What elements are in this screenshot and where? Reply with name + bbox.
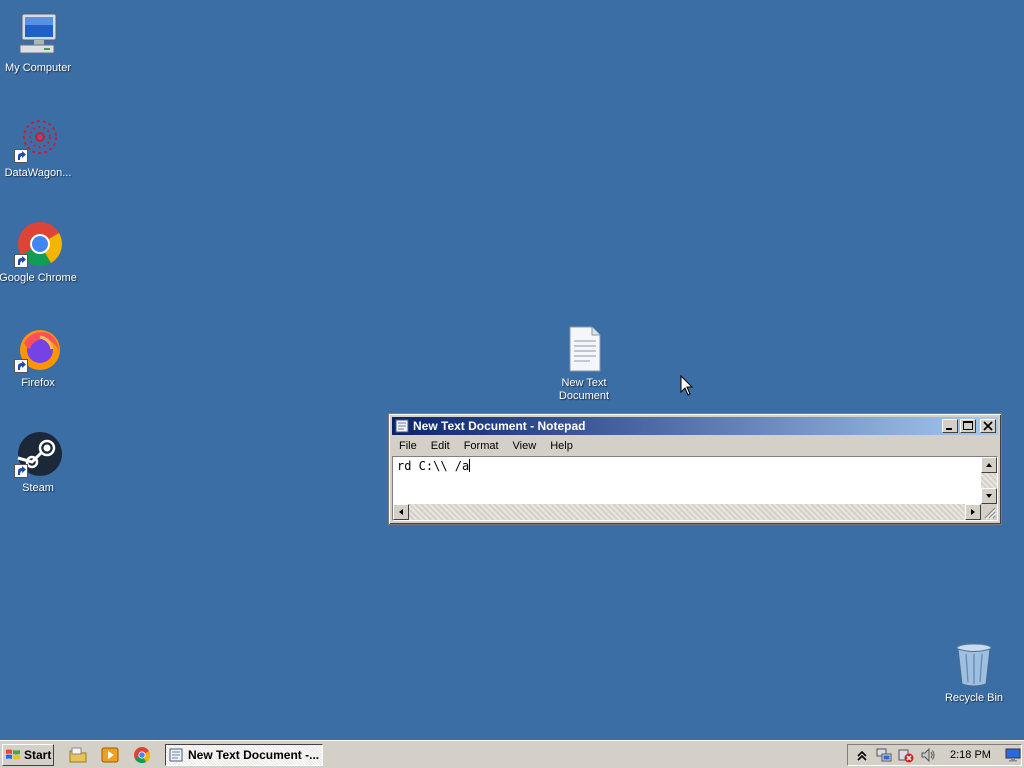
chrome-icon: [14, 220, 62, 268]
chevron-up-icon[interactable]: [854, 747, 870, 763]
scroll-up-button[interactable]: [981, 457, 997, 473]
desktop-icon-new-text-document[interactable]: New Text Document: [544, 325, 624, 403]
minimize-icon: [946, 428, 952, 430]
datawagon-icon: [14, 115, 62, 163]
menu-help[interactable]: Help: [543, 440, 580, 452]
quick-launch-bar: [62, 745, 158, 765]
computer-icon: [14, 10, 62, 58]
desktop-icon-google-chrome[interactable]: Google Chrome: [0, 220, 78, 285]
menu-file[interactable]: File: [392, 440, 424, 452]
menu-view[interactable]: View: [506, 440, 544, 452]
desktop-icon-firefox[interactable]: Firefox: [0, 325, 78, 390]
security-alert-icon[interactable]: [898, 747, 914, 763]
shortcut-arrow-icon: [14, 359, 28, 373]
arrow-right-icon: [971, 509, 975, 515]
resize-grip-icon: [984, 507, 997, 520]
editor-text-line: rd C:\\ /a: [397, 459, 471, 473]
notepad-icon: [395, 419, 409, 433]
resize-grip[interactable]: [981, 504, 997, 520]
scroll-left-button[interactable]: [393, 504, 409, 520]
shortcut-arrow-icon: [14, 254, 28, 268]
explorer-icon[interactable]: [68, 745, 88, 765]
menu-format[interactable]: Format: [457, 440, 506, 452]
editor-content: rd C:\\ /a: [397, 459, 470, 473]
start-label: Start: [24, 748, 52, 762]
media-player-icon[interactable]: [100, 745, 120, 765]
desktop-icon-label: Firefox: [21, 377, 55, 389]
taskbar-button-label: New Text Document -...: [188, 748, 320, 762]
arrow-up-icon: [986, 463, 992, 467]
desktop-icon-label: Google Chrome: [0, 272, 77, 284]
horizontal-scrollbar[interactable]: [393, 504, 981, 520]
close-icon: [983, 421, 993, 431]
notepad-titlebar[interactable]: New Text Document - Notepad: [392, 417, 998, 435]
arrow-left-icon: [399, 509, 403, 515]
menu-bar: File Edit Format View Help: [392, 437, 998, 455]
text-file-icon: [560, 325, 608, 373]
maximize-icon: [963, 421, 973, 430]
notepad-window[interactable]: New Text Document - Notepad File Edit Fo…: [388, 413, 1002, 525]
chrome-icon[interactable]: [132, 745, 152, 765]
desktop-icon-label: My Computer: [4, 62, 72, 74]
firefox-icon: [14, 325, 62, 373]
system-tray: 2:18 PM: [847, 744, 1022, 766]
volume-icon[interactable]: [920, 747, 936, 763]
mouse-cursor-icon: [680, 374, 694, 397]
scroll-down-button[interactable]: [981, 488, 997, 504]
desktop-icon-label: DataWagon...: [4, 167, 72, 179]
close-button[interactable]: [980, 419, 996, 433]
menu-edit[interactable]: Edit: [424, 440, 457, 452]
recycle-bin-icon: [950, 640, 998, 688]
desktop-icon-steam[interactable]: Steam: [0, 430, 78, 495]
notepad-icon: [169, 748, 183, 762]
minimize-button[interactable]: [942, 419, 958, 433]
window-title: New Text Document - Notepad: [413, 419, 586, 433]
steam-icon: [14, 430, 62, 478]
network-icon[interactable]: [876, 747, 892, 763]
desktop-icon-label: Steam: [22, 482, 54, 494]
windows-logo-icon: [6, 749, 20, 760]
shortcut-arrow-icon: [14, 149, 28, 163]
desktop-icon-datawagon[interactable]: DataWagon...: [0, 115, 78, 180]
maximize-button[interactable]: [960, 419, 976, 433]
shortcut-arrow-icon: [14, 464, 28, 478]
desktop-icon-my-computer[interactable]: My Computer: [0, 10, 78, 75]
text-caret: [469, 459, 471, 472]
desktop-icon-label: Recycle Bin: [944, 692, 1004, 704]
vertical-scrollbar[interactable]: [981, 457, 997, 504]
text-editor-area[interactable]: rd C:\\ /a: [392, 456, 998, 521]
taskbar: Start New Text Document -... 2:18 PM: [0, 740, 1024, 768]
display-icon[interactable]: [1005, 747, 1021, 763]
scroll-right-button[interactable]: [965, 504, 981, 520]
desktop-icon-recycle-bin[interactable]: Recycle Bin: [934, 640, 1014, 705]
desktop-icon-label: New Text Document: [558, 377, 610, 402]
taskbar-button-notepad[interactable]: New Text Document -...: [165, 744, 323, 766]
arrow-down-icon: [986, 494, 992, 498]
clock[interactable]: 2:18 PM: [950, 749, 991, 761]
start-button[interactable]: Start: [2, 744, 54, 766]
